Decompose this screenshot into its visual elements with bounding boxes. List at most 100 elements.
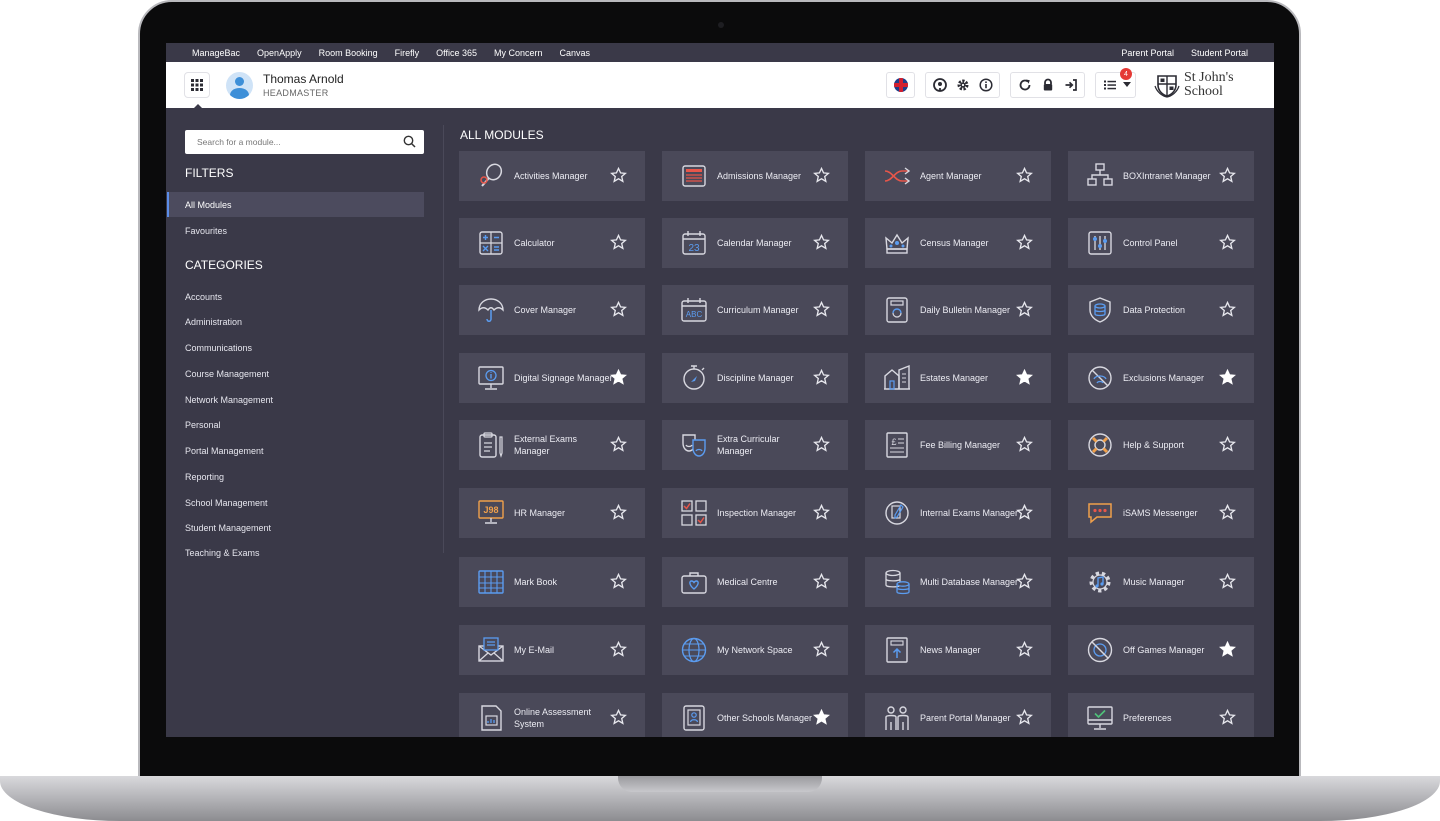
- category-network-management[interactable]: Network Management: [167, 387, 424, 412]
- module-tile-estates-manager[interactable]: Estates Manager: [865, 353, 1051, 403]
- module-tile-multi-database-manager[interactable]: Multi Database Manager: [865, 557, 1051, 607]
- favourite-star-icon[interactable]: [1219, 504, 1236, 521]
- module-tile-extra-curricular-manager[interactable]: Extra Curricular Manager: [662, 420, 848, 470]
- favourite-star-icon[interactable]: [610, 573, 627, 590]
- topnav-link-my-concern[interactable]: My Concern: [494, 48, 543, 58]
- favourite-star-icon[interactable]: [610, 234, 627, 251]
- favourite-star-icon[interactable]: [1219, 436, 1236, 453]
- favourite-star-icon[interactable]: [610, 301, 627, 318]
- module-tile-internal-exams-manager[interactable]: Internal Exams Manager: [865, 488, 1051, 538]
- favourite-star-icon[interactable]: [1016, 573, 1033, 590]
- category-school-management[interactable]: School Management: [167, 490, 424, 515]
- topnav-link-firefly[interactable]: Firefly: [395, 48, 420, 58]
- favourite-star-icon[interactable]: [1016, 641, 1033, 658]
- module-tile-external-exams-manager[interactable]: External Exams Manager: [459, 420, 645, 470]
- favourite-star-icon[interactable]: [813, 504, 830, 521]
- favourite-star-icon[interactable]: [610, 641, 627, 658]
- module-tile-calendar-manager[interactable]: 23 Calendar Manager: [662, 218, 848, 268]
- module-tile-online-assessment-system[interactable]: Online Assessment System: [459, 693, 645, 737]
- module-tile-calculator[interactable]: Calculator: [459, 218, 645, 268]
- search-icon[interactable]: [403, 135, 416, 148]
- language-button[interactable]: [890, 75, 911, 96]
- module-tile-data-protection[interactable]: Data Protection: [1068, 285, 1254, 335]
- favourite-star-icon[interactable]: [1219, 167, 1236, 184]
- topnav-link-office-365[interactable]: Office 365: [436, 48, 477, 58]
- module-tile-music-manager[interactable]: Music Manager: [1068, 557, 1254, 607]
- module-tile-mark-book[interactable]: Mark Book: [459, 557, 645, 607]
- category-reporting[interactable]: Reporting: [167, 464, 424, 489]
- favourite-star-icon[interactable]: [610, 369, 627, 386]
- topnav-link-student-portal[interactable]: Student Portal: [1191, 48, 1248, 58]
- module-tile-admissions-manager[interactable]: Admissions Manager: [662, 151, 848, 201]
- favourite-star-icon[interactable]: [1016, 436, 1033, 453]
- module-tile-control-panel[interactable]: Control Panel: [1068, 218, 1254, 268]
- favourite-star-icon[interactable]: [1016, 709, 1033, 726]
- module-tile-exclusions-manager[interactable]: Exclusions Manager: [1068, 353, 1254, 403]
- filter-all-modules[interactable]: All Modules: [167, 192, 424, 217]
- category-portal-management[interactable]: Portal Management: [167, 438, 424, 463]
- module-tile-medical-centre[interactable]: Medical Centre: [662, 557, 848, 607]
- module-tile-parent-portal-manager[interactable]: Parent Portal Manager: [865, 693, 1051, 737]
- module-tile-fee-billing-manager[interactable]: £ Fee Billing Manager: [865, 420, 1051, 470]
- favourite-star-icon[interactable]: [610, 709, 627, 726]
- module-tile-discipline-manager[interactable]: Discipline Manager: [662, 353, 848, 403]
- category-administration[interactable]: Administration: [167, 309, 424, 334]
- favourite-star-icon[interactable]: [1219, 369, 1236, 386]
- topnav-link-parent-portal[interactable]: Parent Portal: [1121, 48, 1174, 58]
- topnav-link-managebac[interactable]: ManageBac: [192, 48, 240, 58]
- favourite-star-icon[interactable]: [610, 167, 627, 184]
- module-tile-cover-manager[interactable]: Cover Manager: [459, 285, 645, 335]
- category-student-management[interactable]: Student Management: [167, 515, 424, 540]
- category-teaching-exams[interactable]: Teaching & Exams: [167, 540, 424, 565]
- avatar[interactable]: [226, 71, 253, 99]
- favourite-star-icon[interactable]: [1016, 167, 1033, 184]
- favourite-star-icon[interactable]: [1016, 301, 1033, 318]
- module-tile-inspection-manager[interactable]: Inspection Manager: [662, 488, 848, 538]
- favourite-star-icon[interactable]: [813, 167, 830, 184]
- module-tile-hr-manager[interactable]: J98 HR Manager: [459, 488, 645, 538]
- module-tile-off-games-manager[interactable]: Off Games Manager: [1068, 625, 1254, 675]
- logout-button[interactable]: [1060, 75, 1081, 96]
- favourite-star-icon[interactable]: [1016, 369, 1033, 386]
- module-tile-isams-messenger[interactable]: iSAMS Messenger: [1068, 488, 1254, 538]
- category-communications[interactable]: Communications: [167, 335, 424, 360]
- category-personal[interactable]: Personal: [167, 412, 424, 437]
- favourite-star-icon[interactable]: [813, 436, 830, 453]
- favourite-star-icon[interactable]: [813, 234, 830, 251]
- favourite-star-icon[interactable]: [1016, 504, 1033, 521]
- favourite-star-icon[interactable]: [813, 573, 830, 590]
- module-tile-preferences[interactable]: Preferences: [1068, 693, 1254, 737]
- topnav-link-room-booking[interactable]: Room Booking: [319, 48, 378, 58]
- favourite-star-icon[interactable]: [1219, 301, 1236, 318]
- module-tile-curriculum-manager[interactable]: ABC Curriculum Manager: [662, 285, 848, 335]
- favourite-star-icon[interactable]: [1219, 641, 1236, 658]
- module-tile-other-schools-manager[interactable]: Other Schools Manager: [662, 693, 848, 737]
- favourite-star-icon[interactable]: [813, 641, 830, 658]
- filter-favourites[interactable]: Favourites: [167, 218, 424, 243]
- favourite-star-icon[interactable]: [1219, 234, 1236, 251]
- info-button[interactable]: [975, 75, 996, 96]
- favourite-star-icon[interactable]: [1219, 573, 1236, 590]
- favourite-star-icon[interactable]: [610, 504, 627, 521]
- module-tile-boxintranet-manager[interactable]: BOXIntranet Manager: [1068, 151, 1254, 201]
- favourite-star-icon[interactable]: [813, 301, 830, 318]
- module-tile-daily-bulletin-manager[interactable]: Daily Bulletin Manager: [865, 285, 1051, 335]
- module-tile-agent-manager[interactable]: Agent Manager: [865, 151, 1051, 201]
- module-tile-digital-signage-manager[interactable]: Digital Signage Manager: [459, 353, 645, 403]
- topnav-link-canvas[interactable]: Canvas: [560, 48, 591, 58]
- favourite-star-icon[interactable]: [813, 709, 830, 726]
- app-menu-button[interactable]: [184, 72, 210, 109]
- favourite-star-icon[interactable]: [813, 369, 830, 386]
- module-tile-news-manager[interactable]: News Manager: [865, 625, 1051, 675]
- category-accounts[interactable]: Accounts: [167, 284, 424, 309]
- favourite-star-icon[interactable]: [1016, 234, 1033, 251]
- module-tile-my-network-space[interactable]: My Network Space: [662, 625, 848, 675]
- module-search-input[interactable]: [197, 137, 397, 147]
- favourite-star-icon[interactable]: [610, 436, 627, 453]
- topnav-link-openapply[interactable]: OpenApply: [257, 48, 302, 58]
- module-tile-activities-manager[interactable]: Activities Manager: [459, 151, 645, 201]
- category-course-management[interactable]: Course Management: [167, 361, 424, 386]
- school-logo[interactable]: St John's School: [1154, 71, 1244, 99]
- module-tile-help-and-support[interactable]: Help & Support: [1068, 420, 1254, 470]
- settings-button[interactable]: [952, 75, 973, 96]
